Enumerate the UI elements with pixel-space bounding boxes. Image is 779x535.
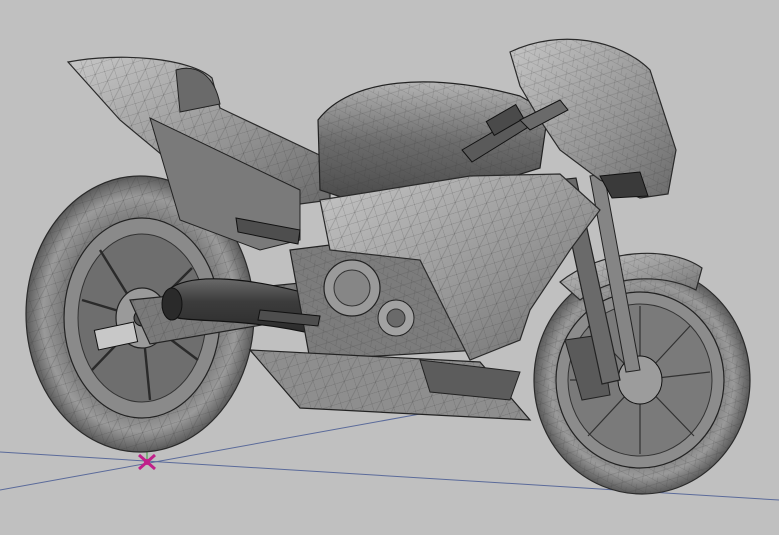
3d-viewport[interactable]: [0, 0, 779, 535]
viewport-canvas[interactable]: [0, 0, 779, 535]
